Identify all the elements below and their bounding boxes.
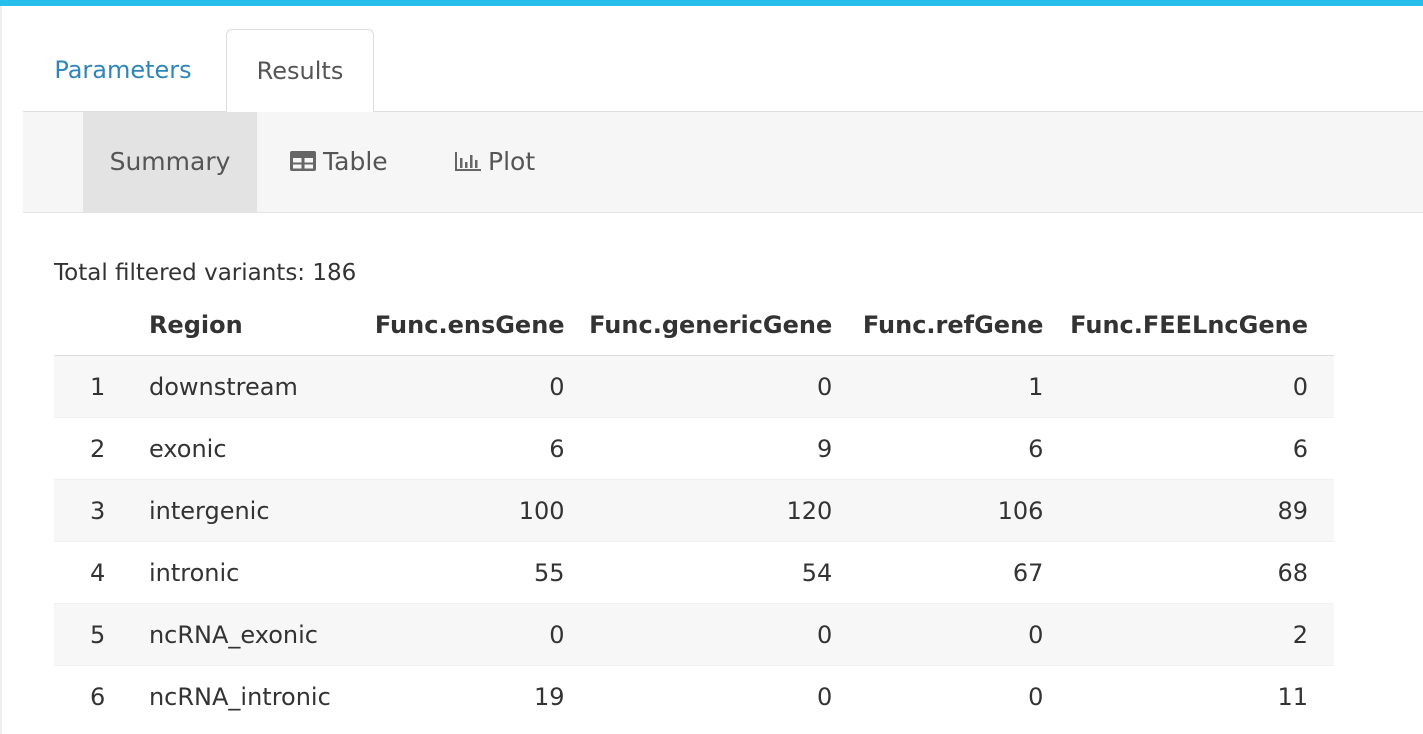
total-filtered-variants: Total filtered variants: 186 (54, 260, 357, 286)
column-header-region: Region (148, 294, 375, 356)
func-ensgene-cell: 55 (374, 541, 565, 604)
column-header-func-refgene: Func.refGene (832, 294, 1044, 356)
table-row: 2 exonic 6 9 6 6 (54, 417, 1334, 480)
table-row: 4 intronic 55 54 67 68 (54, 541, 1334, 604)
sub-tabs: Summary Table Plot (23, 112, 1423, 213)
region-cell: ncRNA_intronic (148, 665, 375, 727)
row-index: 2 (54, 417, 149, 480)
func-feelncgene-cell: 2 (1043, 603, 1334, 666)
subtab-summary-label: Summary (109, 147, 231, 176)
column-header-func-ensgene: Func.ensGene (374, 294, 565, 356)
results-table: Region Func.ensGene Func.genericGene Fun… (54, 294, 1334, 727)
subtab-plot[interactable]: Plot (454, 112, 535, 212)
func-feelncgene-cell: 0 (1043, 355, 1334, 418)
row-index: 3 (54, 479, 149, 542)
tab-results[interactable]: Results (226, 29, 374, 112)
column-header-index (54, 294, 149, 356)
main-tabs: Parameters Results (23, 29, 1423, 112)
func-ensgene-cell: 0 (374, 355, 565, 418)
func-genericgene-cell: 0 (564, 355, 833, 418)
subtab-plot-label: Plot (488, 147, 536, 176)
subtab-table-label: Table (323, 147, 388, 176)
func-genericgene-cell: 0 (564, 665, 833, 727)
tab-parameters[interactable]: Parameters (23, 29, 223, 111)
func-refgene-cell: 106 (832, 479, 1044, 542)
row-index: 5 (54, 603, 149, 666)
func-genericgene-cell: 9 (564, 417, 833, 480)
func-feelncgene-cell: 89 (1043, 479, 1334, 542)
func-feelncgene-cell: 6 (1043, 417, 1334, 480)
func-refgene-cell: 0 (832, 665, 1044, 727)
subtab-table[interactable]: Table (289, 112, 388, 212)
column-header-func-feelncgene: Func.FEELncGene (1043, 294, 1334, 356)
region-cell: ncRNA_exonic (148, 603, 375, 666)
func-refgene-cell: 67 (832, 541, 1044, 604)
column-header-func-genericgene: Func.genericGene (564, 294, 833, 356)
func-refgene-cell: 6 (832, 417, 1044, 480)
func-ensgene-cell: 100 (374, 479, 565, 542)
region-cell: downstream (148, 355, 375, 418)
top-accent-bar (0, 0, 1423, 6)
table-row: 6 ncRNA_intronic 19 0 0 11 (54, 665, 1334, 727)
row-index: 4 (54, 541, 149, 604)
func-ensgene-cell: 0 (374, 603, 565, 666)
func-feelncgene-cell: 68 (1043, 541, 1334, 604)
func-ensgene-cell: 19 (374, 665, 565, 727)
subtab-summary[interactable]: Summary (83, 112, 257, 212)
table-header-row: Region Func.ensGene Func.genericGene Fun… (54, 294, 1334, 356)
func-refgene-cell: 1 (832, 355, 1044, 418)
func-feelncgene-cell: 11 (1043, 665, 1334, 727)
row-index: 6 (54, 665, 149, 727)
region-cell: intergenic (148, 479, 375, 542)
region-cell: exonic (148, 417, 375, 480)
func-genericgene-cell: 54 (564, 541, 833, 604)
table-row: 5 ncRNA_exonic 0 0 0 2 (54, 603, 1334, 666)
region-cell: intronic (148, 541, 375, 604)
func-ensgene-cell: 6 (374, 417, 565, 480)
table-icon (290, 151, 316, 171)
func-genericgene-cell: 120 (564, 479, 833, 542)
bar-chart-icon (455, 152, 481, 171)
row-index: 1 (54, 355, 149, 418)
func-genericgene-cell: 0 (564, 603, 833, 666)
func-refgene-cell: 0 (832, 603, 1044, 666)
table-row: 3 intergenic 100 120 106 89 (54, 479, 1334, 542)
table-row: 1 downstream 0 0 1 0 (54, 355, 1334, 418)
page-edge (0, 6, 2, 734)
